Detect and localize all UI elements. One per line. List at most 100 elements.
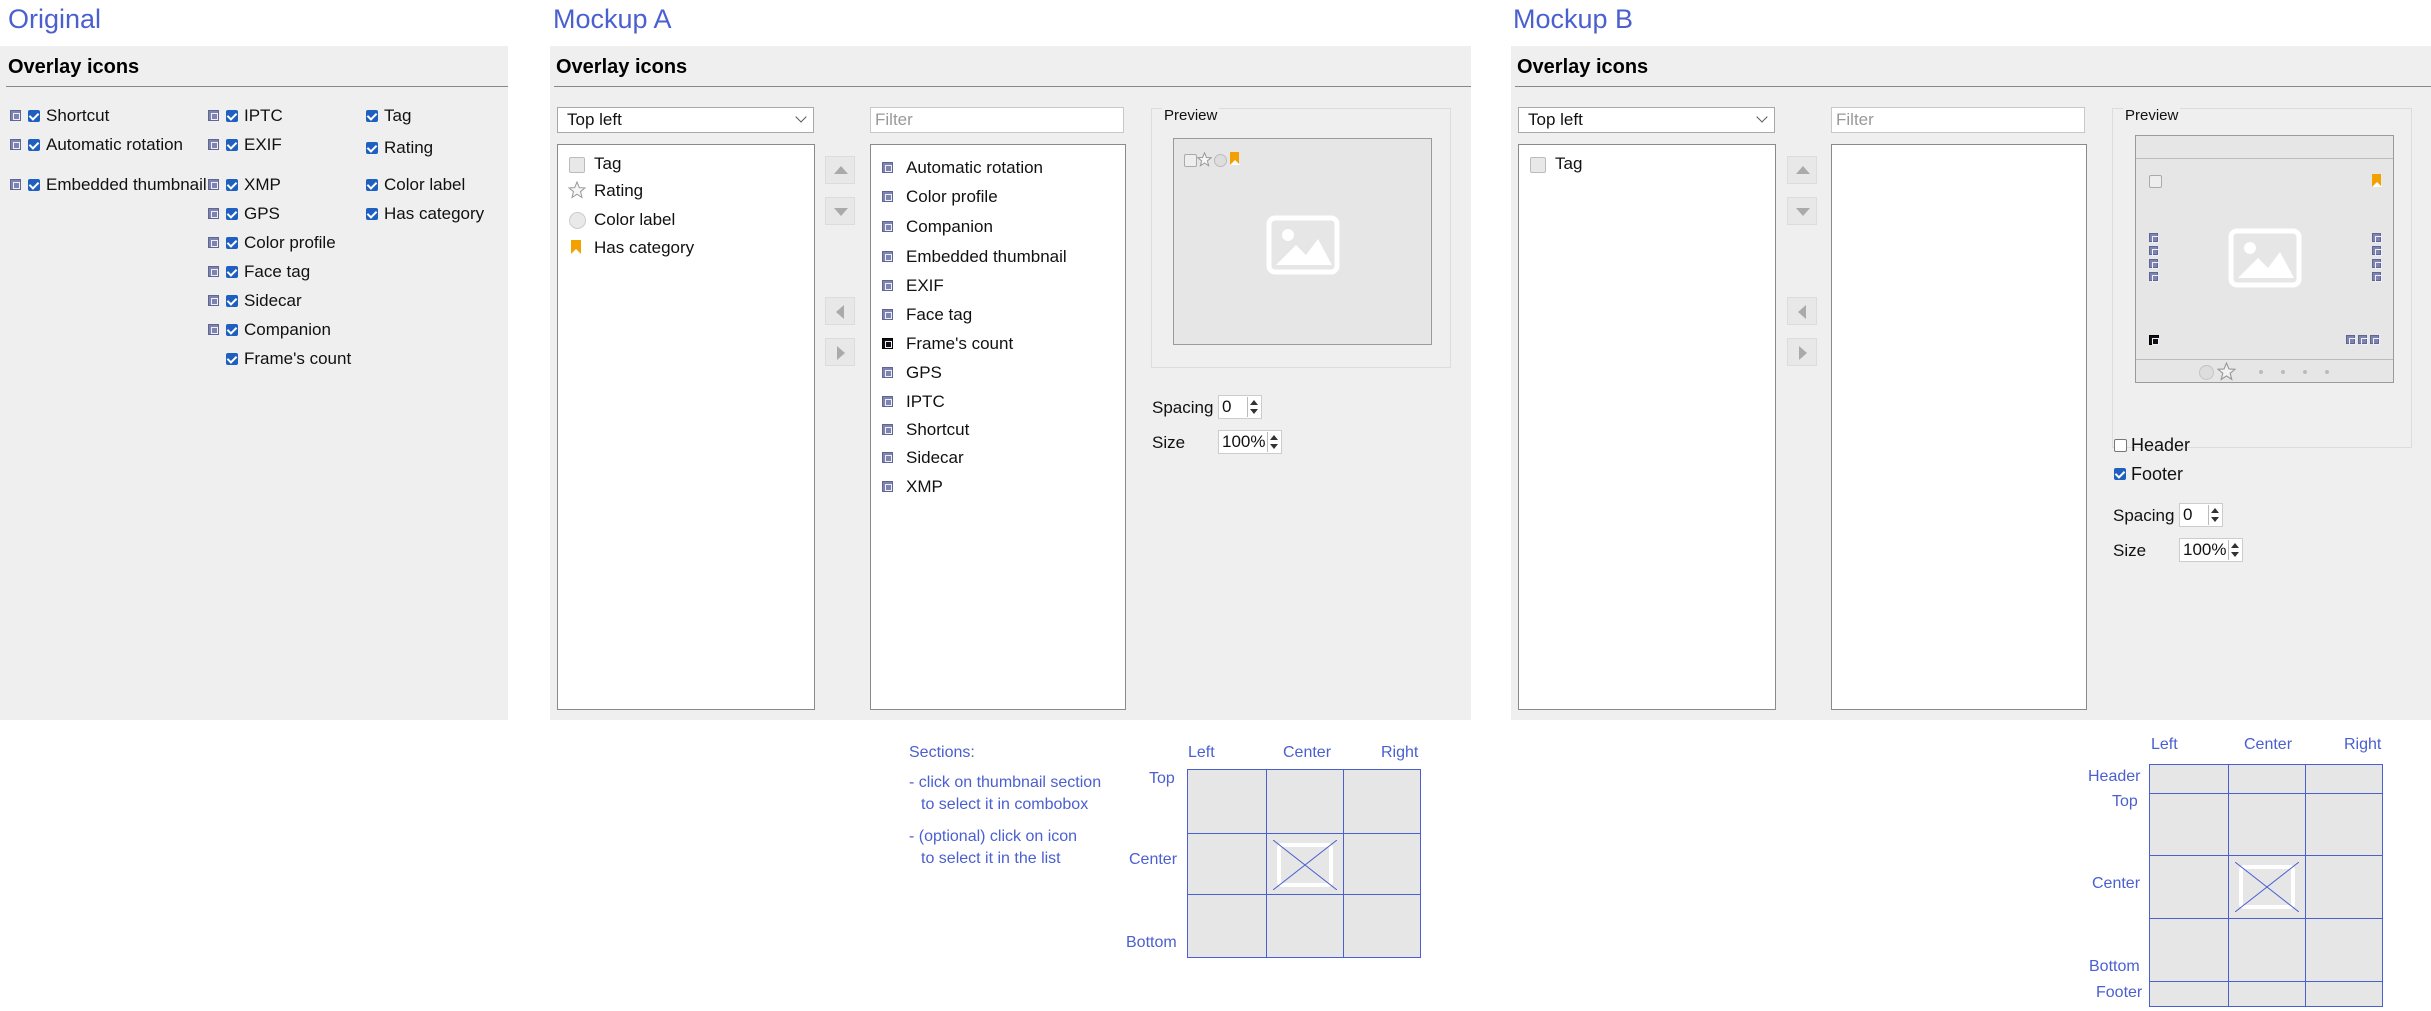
color-label-icon [1214, 154, 1227, 167]
face-tag-checkbox[interactable] [226, 266, 238, 278]
section-combobox[interactable]: Top left [1518, 107, 1775, 133]
spin-arrows-icon[interactable] [1267, 432, 1280, 452]
color-profile-icon [208, 237, 219, 248]
arrow-right-icon [837, 346, 845, 360]
footer-checkbox[interactable] [2114, 468, 2126, 480]
frames-count-label: Frame's count [244, 349, 352, 368]
spin-arrows-icon[interactable] [2228, 540, 2241, 560]
section-icon-list[interactable]: Tag [1518, 144, 1776, 710]
gps-icon [882, 367, 893, 378]
section-combobox[interactable]: Top left [557, 107, 814, 133]
rotation-label: Automatic rotation [46, 135, 184, 154]
star-icon [2217, 362, 2236, 381]
move-left-button[interactable] [1787, 297, 1817, 325]
gps-checkbox[interactable] [226, 208, 238, 220]
filter-placeholder: Filter [1836, 110, 1874, 129]
color-label-icon [569, 212, 586, 229]
section-icon-list[interactable]: Tag Rating Color label Has category [557, 144, 815, 710]
move-left-button[interactable] [825, 297, 855, 325]
available-icon-list[interactable] [1831, 144, 2087, 710]
color-label-checkbox[interactable] [366, 179, 378, 191]
bookmark-icon [1230, 152, 1240, 165]
move-up-button[interactable] [1787, 156, 1817, 184]
move-up-button[interactable] [825, 156, 855, 184]
xmp-icon [882, 481, 893, 492]
shortcut-icon [882, 424, 893, 435]
embedded-thumbnail-checkbox[interactable] [28, 179, 40, 191]
spacing-spinbox[interactable]: 0 [1218, 395, 1262, 419]
color-profile-checkbox[interactable] [226, 237, 238, 249]
list-item[interactable]: Color profile [906, 187, 998, 207]
list-item[interactable]: Sidecar [906, 448, 964, 468]
size-value: 100% [1222, 432, 1266, 451]
list-item[interactable]: GPS [906, 363, 942, 383]
face-tag-icon [882, 309, 893, 320]
iptc-label: IPTC [244, 106, 283, 125]
list-item[interactable]: XMP [906, 477, 943, 497]
list-item[interactable]: Face tag [906, 305, 972, 325]
color-profile-icon [882, 191, 893, 202]
shortcut-icon [2149, 233, 2159, 243]
exif-label: EXIF [244, 135, 282, 154]
exif-icon [208, 139, 219, 150]
shortcut-label: Shortcut [46, 106, 110, 125]
spacing-spinbox[interactable]: 0 [2179, 503, 2223, 527]
move-right-button[interactable] [825, 338, 855, 366]
exif-checkbox[interactable] [226, 139, 238, 151]
list-item[interactable]: Shortcut [906, 420, 969, 440]
notes-line: - click on thumbnail section [909, 774, 1102, 791]
list-item[interactable]: Rating [594, 181, 643, 201]
companion-icon [882, 221, 893, 232]
list-item[interactable]: Automatic rotation [906, 158, 1043, 178]
list-item[interactable]: EXIF [906, 276, 944, 296]
list-item[interactable]: Embedded thumbnail [906, 247, 1067, 267]
spin-arrows-icon[interactable] [2208, 505, 2221, 525]
size-spinbox[interactable]: 100% [2179, 538, 2243, 562]
sidecar-checkbox[interactable] [226, 295, 238, 307]
list-item[interactable]: IPTC [906, 392, 945, 412]
rotation-checkbox[interactable] [28, 139, 40, 151]
rating-dot-icon [2281, 370, 2285, 374]
companion-label: Companion [244, 320, 331, 339]
header-checkbox[interactable] [2114, 439, 2127, 452]
move-down-button[interactable] [1787, 197, 1817, 225]
tag-icon [1184, 154, 1197, 167]
size-value: 100% [2183, 540, 2227, 559]
gps-label: GPS [244, 204, 280, 223]
sidecar-label: Sidecar [244, 291, 302, 310]
list-item[interactable]: Frame's count [906, 334, 1013, 354]
has-category-checkbox[interactable] [366, 208, 378, 220]
list-item[interactable]: Color label [594, 210, 675, 230]
filter-placeholder: Filter [875, 110, 913, 129]
frames-count-checkbox[interactable] [226, 353, 238, 365]
move-right-button[interactable] [1787, 338, 1817, 366]
filter-input[interactable]: Filter [870, 107, 1124, 133]
move-down-button[interactable] [825, 197, 855, 225]
gps-icon [208, 208, 219, 219]
thumbnail-preview[interactable] [2135, 135, 2394, 383]
tag-icon [1530, 157, 1546, 173]
list-item[interactable]: Tag [594, 154, 621, 174]
frames-count-icon [882, 338, 893, 349]
size-spinbox[interactable]: 100% [1218, 430, 1282, 454]
thumbnail-preview[interactable] [1173, 138, 1432, 345]
list-item[interactable]: Has category [594, 238, 694, 258]
tag-checkbox[interactable] [366, 110, 378, 122]
star-icon [568, 181, 586, 199]
filter-input[interactable]: Filter [1831, 107, 2085, 133]
iptc-checkbox[interactable] [226, 110, 238, 122]
grid-col-label: Right [2344, 736, 2382, 753]
rating-checkbox[interactable] [366, 142, 378, 154]
tag-icon [569, 157, 585, 173]
image-placeholder-icon [2228, 228, 2302, 288]
shortcut-checkbox[interactable] [28, 110, 40, 122]
list-item[interactable]: Tag [1555, 154, 1582, 174]
list-item[interactable]: Companion [906, 217, 993, 237]
xmp-checkbox[interactable] [226, 179, 238, 191]
spin-arrows-icon[interactable] [1247, 397, 1260, 417]
tag-icon [2149, 175, 2162, 188]
companion-checkbox[interactable] [226, 324, 238, 336]
rotation-icon [2149, 246, 2159, 256]
available-icon-list[interactable]: Automatic rotation Color profile Compani… [870, 144, 1126, 710]
grid-col-label: Center [1283, 744, 1332, 761]
